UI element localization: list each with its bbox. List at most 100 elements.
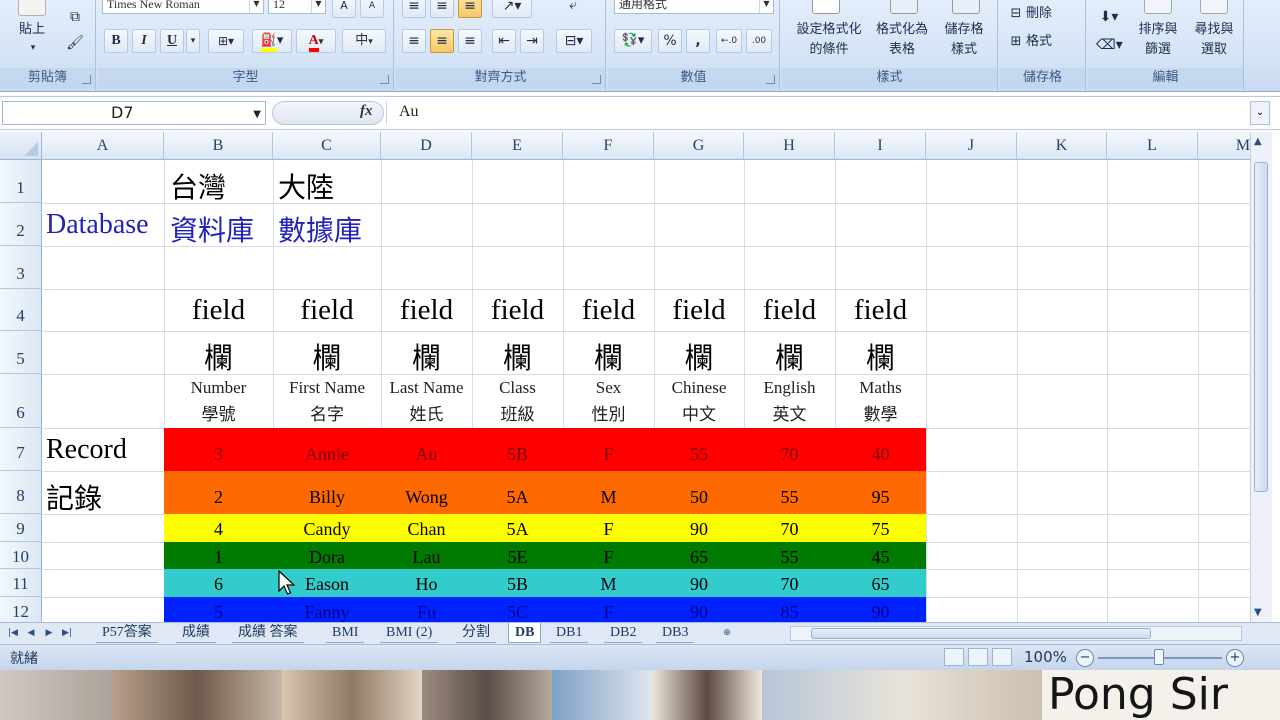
column-header-d[interactable]: D	[381, 132, 472, 160]
align-center-icon[interactable]: ≡	[430, 29, 454, 53]
cell-c5[interactable]: 欄	[273, 335, 381, 377]
shrink-font-button[interactable]: A	[360, 0, 384, 18]
sheet-tab[interactable]: DB	[508, 623, 542, 643]
column-header-c[interactable]: C	[273, 132, 381, 160]
prev-sheet-icon[interactable]: ◀	[24, 626, 38, 640]
sheet-tab[interactable]: BMI (2)	[380, 623, 439, 643]
vertical-scroll-thumb[interactable]	[1254, 162, 1268, 492]
percent-button[interactable]: %	[658, 29, 682, 53]
cell-e6[interactable]: Class 班級	[472, 374, 563, 428]
column-header-e[interactable]: E	[472, 132, 563, 160]
cell-f7[interactable]: F	[563, 428, 654, 471]
cell-d7[interactable]: Au	[381, 428, 472, 471]
cell-i10[interactable]: 45	[835, 542, 926, 569]
cell-c2[interactable]: 數據庫	[278, 209, 362, 249]
row-header-9[interactable]: 9	[0, 514, 42, 542]
cell-h10[interactable]: 55	[744, 542, 835, 569]
column-header-h[interactable]: H	[744, 132, 835, 160]
row-header-4[interactable]: 4	[0, 289, 42, 331]
insert-sheet-icon[interactable]: ⊕	[718, 626, 736, 640]
currency-icon[interactable]: 💱▾	[614, 29, 652, 53]
borders-icon[interactable]: ⊞▾	[208, 29, 244, 53]
cell-g8[interactable]: 50	[654, 471, 744, 514]
increase-indent-icon[interactable]: ⇥	[520, 29, 544, 53]
copy-icon[interactable]: ⧉	[64, 6, 86, 25]
cell-h8[interactable]: 55	[744, 471, 835, 514]
cell-f6[interactable]: Sex 性別	[563, 374, 654, 428]
font-launcher-icon[interactable]	[380, 75, 389, 84]
cell-d6[interactable]: Last Name 姓氏	[381, 374, 472, 428]
cell-c9[interactable]: Candy	[273, 514, 381, 542]
cell-c8[interactable]: Billy	[273, 471, 381, 514]
row-header-3[interactable]: 3	[0, 246, 42, 289]
cell-h4[interactable]: field	[744, 294, 835, 327]
cell-b2[interactable]: 資料庫	[170, 209, 254, 249]
sheet-tab[interactable]: P57答案	[96, 623, 158, 643]
format-as-table-label-1[interactable]: 格式化為	[870, 22, 934, 38]
cell-f9[interactable]: F	[563, 514, 654, 542]
increase-decimal-icon[interactable]: ←.0	[716, 29, 742, 53]
cell-g10[interactable]: 65	[654, 542, 744, 569]
row-header-12[interactable]: 12	[0, 597, 42, 622]
row-header-10[interactable]: 10	[0, 542, 42, 569]
cell-e8[interactable]: 5A	[472, 471, 563, 514]
align-left-icon[interactable]: ≡	[402, 29, 426, 53]
cell-i7[interactable]: 40	[835, 428, 926, 471]
column-header-k[interactable]: K	[1017, 132, 1107, 160]
cell-e10[interactable]: 5E	[472, 542, 563, 569]
page-layout-view-icon[interactable]	[968, 648, 988, 666]
cell-h6[interactable]: English 英文	[744, 374, 835, 428]
cell-g6[interactable]: Chinese 中文	[654, 374, 744, 428]
underline-dropdown-icon[interactable]: ▾	[186, 29, 200, 53]
sheet-tab[interactable]: DB1	[550, 623, 589, 643]
zoom-out-button[interactable]: −	[1076, 649, 1094, 667]
row-header-1[interactable]: 1	[0, 160, 42, 203]
decrease-decimal-button[interactable]: .00	[746, 29, 772, 53]
format-painter-icon[interactable]: 🖌	[64, 32, 86, 52]
cell-b1[interactable]: 台灣	[170, 166, 226, 206]
cell-b5[interactable]: 欄	[164, 335, 273, 377]
cell-c10[interactable]: Dora	[273, 542, 381, 569]
format-button[interactable]: 格式	[1026, 34, 1080, 50]
wrap-text-icon[interactable]: ⤶	[560, 0, 586, 18]
align-top-icon[interactable]: ≡	[402, 0, 426, 18]
cell-b7[interactable]: 3	[164, 428, 273, 471]
row-header-6[interactable]: 6	[0, 374, 42, 428]
expand-formula-bar-icon[interactable]: ⌄	[1250, 101, 1270, 125]
clear-icon[interactable]: ⌫▾	[1096, 34, 1123, 58]
align-bottom-icon[interactable]: ≡	[458, 0, 482, 18]
horizontal-scrollbar[interactable]	[790, 626, 1242, 641]
worksheet-grid[interactable]: A B C D E F G H I J K L M 1 2 3 4 5 6 7 …	[0, 132, 1250, 622]
number-launcher-icon[interactable]	[766, 75, 775, 84]
normal-view-icon[interactable]	[944, 648, 964, 666]
row-header-11[interactable]: 11	[0, 569, 42, 597]
column-header-f[interactable]: F	[563, 132, 654, 160]
underline-button[interactable]: U	[160, 29, 184, 53]
cell-i6[interactable]: Maths 數學	[835, 374, 926, 428]
find-select-label-2[interactable]: 選取	[1186, 42, 1242, 58]
cell-f12[interactable]: F	[563, 597, 654, 622]
cell-f8[interactable]: M	[563, 471, 654, 514]
formula-input[interactable]: Au	[386, 101, 1248, 125]
cell-g12[interactable]: 90	[654, 597, 744, 622]
cell-b11[interactable]: 6	[164, 569, 273, 597]
font-color-icon[interactable]: A▾	[296, 29, 336, 53]
cell-d8[interactable]: Wong	[381, 471, 472, 514]
align-right-icon[interactable]: ≡	[458, 29, 482, 53]
cell-e4[interactable]: field	[472, 294, 563, 327]
cell-d4[interactable]: field	[381, 294, 472, 327]
column-header-m[interactable]: M	[1198, 132, 1250, 160]
merge-center-icon[interactable]: ⊟▾	[556, 29, 592, 53]
cell-d5[interactable]: 欄	[381, 335, 472, 377]
cell-d12[interactable]: Fu	[381, 597, 472, 622]
zoom-in-button[interactable]: +	[1226, 649, 1244, 667]
cell-a2[interactable]: Database	[46, 209, 149, 241]
cell-g4[interactable]: field	[654, 294, 744, 327]
phonetic-button[interactable]: 中▾	[342, 29, 386, 53]
cell-e9[interactable]: 5A	[472, 514, 563, 542]
column-header-g[interactable]: G	[654, 132, 744, 160]
grow-font-button[interactable]: A	[332, 0, 356, 18]
sheet-tab[interactable]: 分割	[456, 623, 496, 643]
cell-b9[interactable]: 4	[164, 514, 273, 542]
align-middle-icon[interactable]: ≡	[430, 0, 454, 18]
